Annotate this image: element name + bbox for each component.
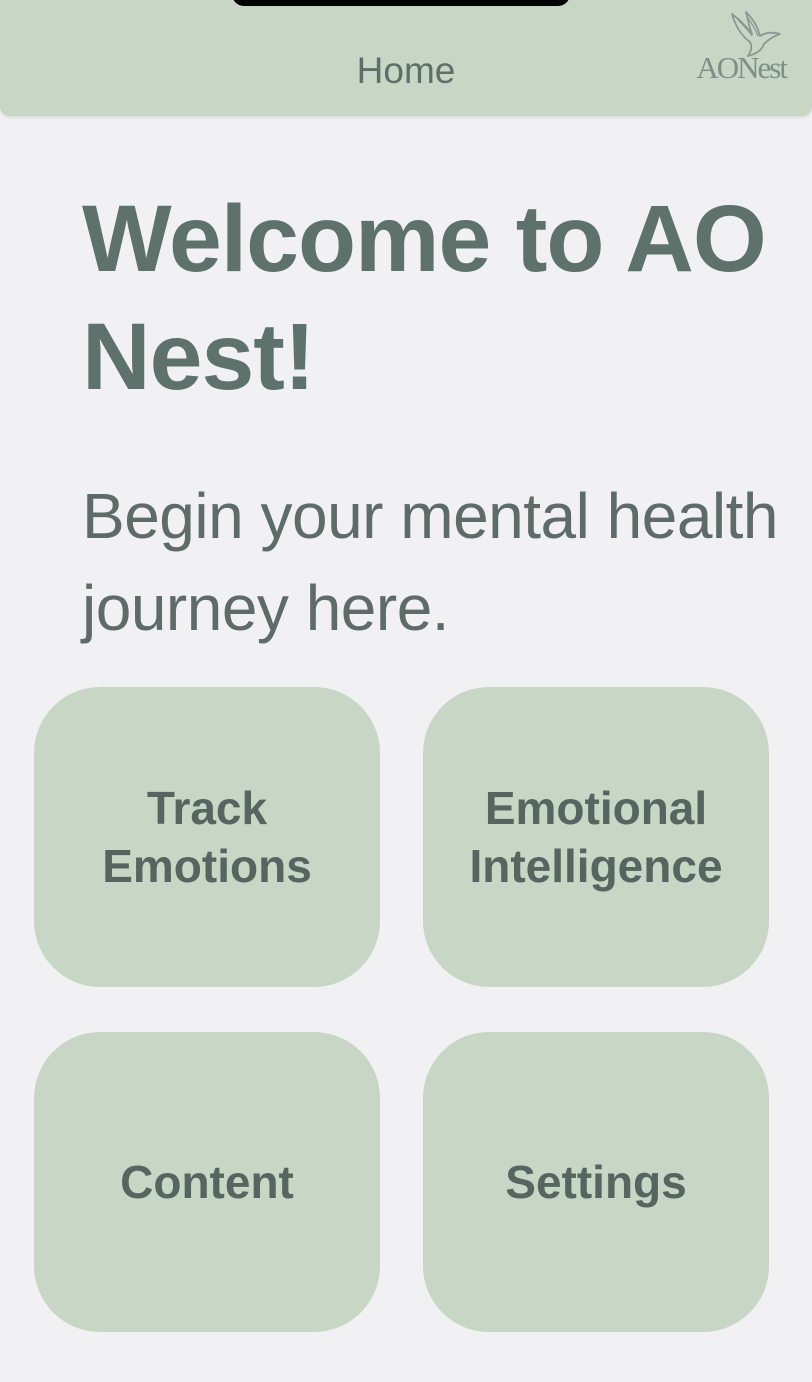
settings-button[interactable]: Settings: [423, 1032, 769, 1332]
logo-wordmark: AONest: [696, 50, 788, 85]
emotional-intelligence-button[interactable]: Emotional Intelligence: [423, 687, 769, 987]
navigation-bar: Home AONest: [0, 0, 812, 116]
device-notch: [232, 0, 570, 6]
home-screen: Home AONest Welcome to AO Nest! Begin yo…: [0, 0, 812, 1382]
content-button[interactable]: Content: [34, 1032, 380, 1332]
welcome-subtitle: Begin your mental health journey here.: [82, 480, 779, 644]
track-emotions-label: Track Emotions: [102, 782, 312, 892]
content-label: Content: [120, 1156, 294, 1208]
emotional-intelligence-label: Emotional Intelligence: [469, 782, 723, 892]
settings-label: Settings: [505, 1156, 687, 1208]
app-logo: AONest: [658, 10, 788, 85]
track-emotions-button[interactable]: Track Emotions: [34, 687, 380, 987]
welcome-heading: Welcome to AO Nest!: [82, 186, 767, 410]
